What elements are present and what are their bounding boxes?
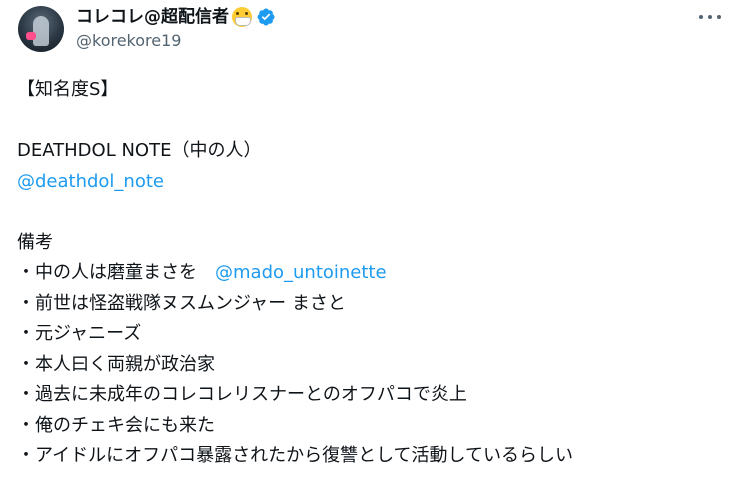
avatar-heart-icon [26,32,36,40]
author-name-row[interactable]: コレコレ@超配信者 [76,5,276,29]
mention-link[interactable]: @deathdol_note [17,171,164,192]
mention-link-line: @deathdol_note [17,167,731,198]
bullet-item: ・過去に未成年のコレコレリスナーとのオフパコで炎上 [17,384,467,405]
bullet-item: ・前世は怪盗戦隊ヌスムンジャー まさと [17,292,346,314]
mention-link[interactable]: @mado_untoinette [215,262,387,283]
more-dot [708,15,712,19]
verified-badge-icon [257,8,275,26]
more-options-icon[interactable] [699,8,721,26]
body-line: 備考 [17,231,53,253]
bullet-item: ・元ジャニーズ [17,323,142,344]
more-dot [699,15,703,19]
bullet-item: ・本人曰く両親が政治家 [17,353,215,375]
bullet-item: ・俺のチェキ会にも来た [17,414,215,436]
avatar[interactable] [18,6,64,52]
author-handle[interactable]: @korekore19 [76,31,181,51]
bullet-item: ・アイドルにオフパコ暴露されたから復讐として活動しているらしい [17,445,574,466]
more-dot [717,15,721,19]
body-blank [17,197,731,228]
face-with-medical-mask-icon [232,7,252,27]
body-line: DEATHDOL NOTE（中の人） [17,140,262,161]
body-line: 【知名度S】 [17,79,119,100]
bullet-text: ・中の人は磨童まさを [17,262,215,283]
body-blank [17,106,731,137]
bullet-item: ・中の人は磨童まさを @mado_untoinette [17,258,731,289]
author-display-name[interactable]: コレコレ@超配信者 [76,5,229,29]
avatar-figure [33,16,49,46]
tweet: コレコレ@超配信者 @korekore19 【知名度S】 DEATHDOL NO… [0,0,741,497]
tweet-body: 【知名度S】 DEATHDOL NOTE（中の人） @deathdol_note… [17,75,731,472]
